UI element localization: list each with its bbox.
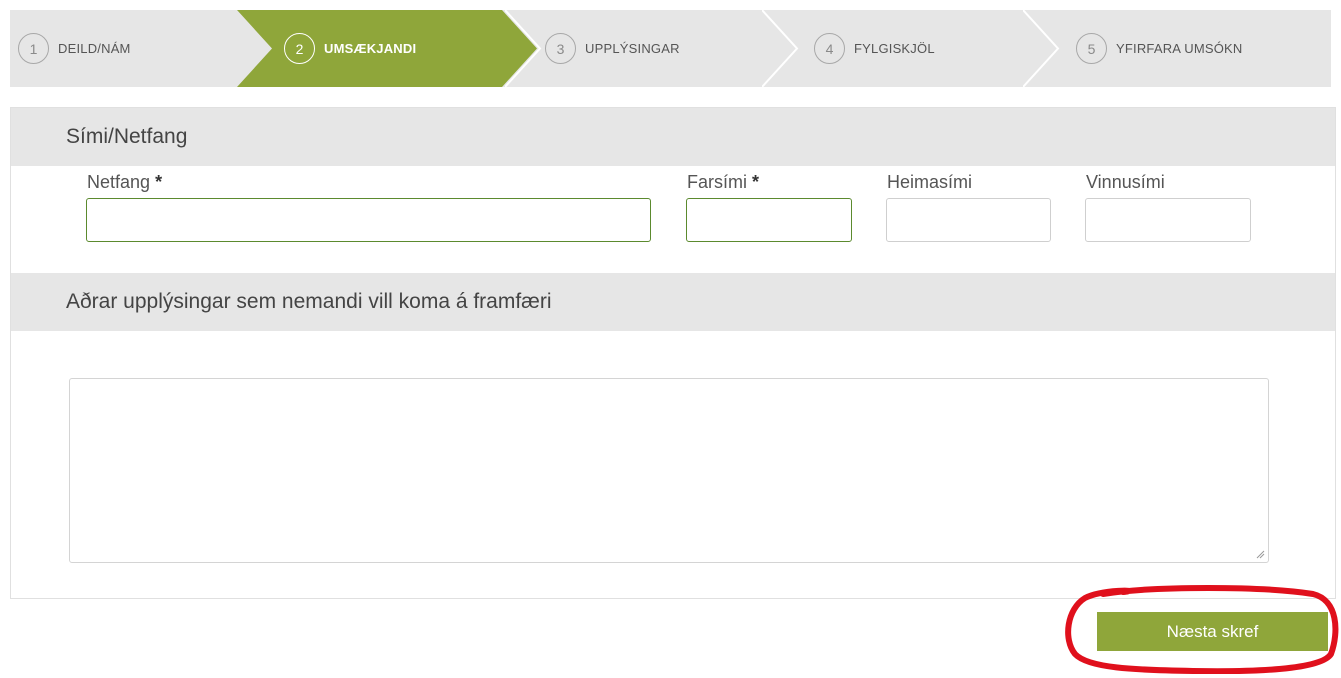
resize-handle-icon[interactable] bbox=[1255, 549, 1265, 559]
step-4[interactable]: 4 FYLGISKJÖL bbox=[814, 10, 935, 87]
step-separator bbox=[762, 10, 802, 87]
step-label: UMSÆKJANDI bbox=[324, 41, 417, 56]
required-mark: * bbox=[752, 172, 760, 192]
next-step-button[interactable]: Næsta skref bbox=[1097, 612, 1328, 651]
step-label: UPPLÝSINGAR bbox=[585, 41, 680, 56]
progress-stepper: 1 DEILD/NÁM 2 UMSÆKJANDI 3 UPPLÝSINGAR 4… bbox=[10, 10, 1331, 87]
home-phone-field[interactable] bbox=[886, 198, 1051, 242]
contact-section-heading: Sími/Netfang bbox=[11, 108, 1335, 166]
step-label: DEILD/NÁM bbox=[58, 41, 131, 56]
step-2[interactable]: 2 UMSÆKJANDI bbox=[284, 10, 416, 87]
work-phone-label: Vinnusími bbox=[1086, 172, 1165, 192]
step-number: 4 bbox=[814, 33, 845, 64]
email-field[interactable] bbox=[86, 198, 651, 242]
applicant-form-panel: Sími/Netfang Netfang * Farsími * Heimasí… bbox=[10, 107, 1336, 599]
step-1[interactable]: 1 DEILD/NÁM bbox=[18, 10, 131, 87]
mobile-field[interactable] bbox=[686, 198, 852, 242]
step-3[interactable]: 3 UPPLÝSINGAR bbox=[545, 10, 680, 87]
other-info-textarea[interactable] bbox=[69, 378, 1269, 563]
step-number: 2 bbox=[284, 33, 315, 64]
step-separator bbox=[505, 10, 545, 87]
step-label: FYLGISKJÖL bbox=[854, 41, 935, 56]
step-number: 5 bbox=[1076, 33, 1107, 64]
step-separator bbox=[1023, 10, 1063, 87]
other-info-section-heading: Aðrar upplýsingar sem nemandi vill koma … bbox=[11, 273, 1335, 331]
step-number: 3 bbox=[545, 33, 576, 64]
work-phone-field[interactable] bbox=[1085, 198, 1251, 242]
required-mark: * bbox=[155, 172, 163, 192]
email-label: Netfang * bbox=[87, 172, 163, 192]
step-5[interactable]: 5 YFIRFARA UMSÓKN bbox=[1076, 10, 1243, 87]
step-number: 1 bbox=[18, 33, 49, 64]
mobile-label: Farsími * bbox=[687, 172, 760, 192]
step-label: YFIRFARA UMSÓKN bbox=[1116, 41, 1243, 56]
home-phone-label: Heimasími bbox=[887, 172, 973, 192]
